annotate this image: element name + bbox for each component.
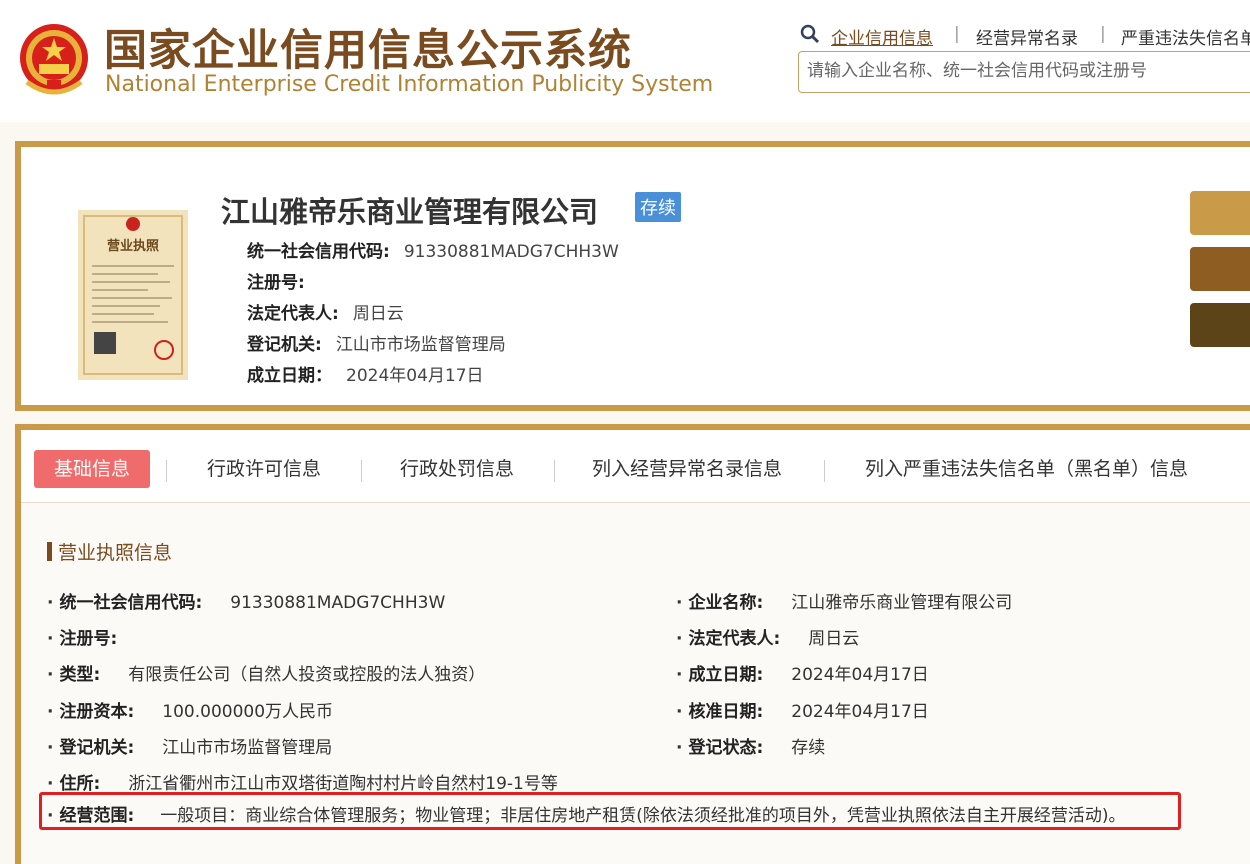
field-authority: · 登记机关: 江山市市场监督管理局 [47,733,332,758]
tab-bar: 基础信息 行政许可信息 行政处罚信息 列入经营异常名录信息 列入严重违法失信名单… [21,430,1250,503]
field-label: 类型: [59,665,101,685]
bullet: · [47,665,54,685]
info-value: 周日云 [352,304,404,324]
field-value: 2024年04月17日 [791,665,929,685]
field-credit-code: · 统一社会信用代码: 91330881MADG7CHH3W [47,588,445,613]
tab-separator [554,460,555,482]
nav-link-blacklist[interactable]: 严重违法失信名单 [1121,24,1250,49]
info-label: 统一社会信用代码: [247,242,390,262]
bullet: · [47,806,54,826]
field-label: 注册号: [59,629,118,649]
field-label: 企业名称: [688,593,764,613]
field-value: 100.000000万人民币 [162,702,334,722]
nav-separator: | [1100,24,1106,44]
bullet: · [676,665,683,685]
tab-separator [361,460,362,482]
field-type: · 类型: 有限责任公司（自然人投资或控股的法人独资） [47,660,485,685]
info-label: 登记机关: [247,335,322,355]
side-button-3[interactable]: 信 [1190,303,1250,347]
field-legal-rep: · 法定代表人: 周日云 [676,624,859,649]
bullet: · [676,593,683,613]
side-button-2[interactable]: 信 [1190,247,1250,291]
site-title-cn: 国家企业信用信息公示系统 [104,26,632,76]
bullet: · [47,593,54,613]
tab-separator [824,460,825,482]
field-label: 经营范围: [59,806,135,826]
info-reg-number: 注册号: [247,268,319,293]
bullet: · [47,774,54,794]
info-value: 2024年04月17日 [346,366,484,386]
field-value: 2024年04月17日 [791,702,929,722]
field-label: 登记状态: [688,738,764,758]
field-reg-number: · 注册号: [47,624,117,649]
info-value: 91330881MADG7CHH3W [403,242,619,262]
field-label: 成立日期: [688,665,764,685]
search-icon [800,24,820,44]
bullet: · [676,629,683,649]
info-credit-code: 统一社会信用代码: 91330881MADG7CHH3W [247,237,619,262]
tab-separator [166,460,167,482]
field-status: · 登记状态: 存续 [676,733,825,758]
nav-link-credit-info[interactable]: 企业信用信息 [831,24,933,49]
info-authority: 登记机关: 江山市市场监督管理局 [247,330,506,355]
field-label: 住所: [59,774,101,794]
field-value: 一般项目：商业综合体管理服务；物业管理；非居住房地产租赁(除依法须经批准的项目外… [160,806,1126,826]
company-card-body: 营业执照 江山雅帝乐商业管理有限公司 存续 统一社会信用代码: 91330881M… [21,147,1250,405]
field-label: 核准日期: [688,702,764,722]
field-label: 法定代表人: [688,629,781,649]
tab-abnormal-list[interactable]: 列入经营异常名录信息 [592,450,782,488]
field-address: · 住所: 浙江省衢州市江山市双塔街道陶村村片岭自然村19-1号等 [47,769,558,794]
nav-separator: | [954,24,960,44]
field-label: 统一社会信用代码: [59,593,203,613]
site-title-en: National Enterprise Credit Information P… [105,72,714,97]
section-title-bar [47,542,52,561]
bullet: · [676,702,683,722]
company-card: 营业执照 江山雅帝乐商业管理有限公司 存续 统一社会信用代码: 91330881M… [15,141,1250,411]
license-info-section: 营业执照信息 · 统一社会信用代码: 91330881MADG7CHH3W · 注册号… [21,503,1250,864]
field-value: 91330881MADG7CHH3W [230,593,446,613]
field-value: 存续 [791,738,826,758]
field-value: 江山雅帝乐商业管理有限公司 [791,593,1013,613]
bullet: · [676,738,683,758]
field-value: 周日云 [808,629,860,649]
info-label: 注册号: [247,273,305,293]
search-input[interactable] [799,52,1250,90]
info-founded: 成立日期： 2024年04月17日 [247,361,484,386]
info-label: 成立日期： [247,366,332,386]
info-value: 江山市市场监督管理局 [335,335,506,355]
tab-basic-info[interactable]: 基础信息 [34,450,151,488]
side-button-1[interactable]: 发 [1190,191,1250,235]
search-box [798,51,1250,93]
field-capital: · 注册资本: 100.000000万人民币 [47,697,333,722]
tab-blacklist[interactable]: 列入严重违法失信名单（黑名单）信息 [865,450,1188,488]
tab-admin-license[interactable]: 行政许可信息 [207,450,321,488]
field-value: 浙江省衢州市江山市双塔街道陶村村片岭自然村19-1号等 [128,774,558,794]
national-emblem-icon [20,24,88,95]
field-founded: · 成立日期: 2024年04月17日 [676,660,929,685]
section-title: 营业执照信息 [47,538,172,565]
field-value: 有限责任公司（自然人投资或控股的法人独资） [128,665,486,685]
bullet: · [47,629,54,649]
status-badge: 存续 [635,192,681,222]
business-license-thumbnail[interactable]: 营业执照 [78,210,188,380]
bullet: · [47,738,54,758]
bullet: · [47,702,54,722]
field-label: 登记机关: [59,738,135,758]
details-panel-body: 基础信息 行政许可信息 行政处罚信息 列入经营异常名录信息 列入严重违法失信名单… [21,430,1250,864]
field-value: 江山市市场监督管理局 [162,738,333,758]
company-name: 江山雅帝乐商业管理有限公司 [221,195,599,229]
field-business-scope: · 经营范围: 一般项目：商业综合体管理服务；物业管理；非居住房地产租赁(除依法须经… [47,801,1126,826]
nav-link-abnormal-list[interactable]: 经营异常名录 [976,24,1078,49]
info-legal-rep: 法定代表人: 周日云 [247,299,404,324]
details-panel: 基础信息 行政许可信息 行政处罚信息 列入经营异常名录信息 列入严重违法失信名单… [15,424,1250,864]
field-label: 注册资本: [59,702,135,722]
site-header: 国家企业信用信息公示系统 National Enterprise Credit … [0,0,1250,122]
field-company-name: · 企业名称: 江山雅帝乐商业管理有限公司 [676,588,1012,613]
info-label: 法定代表人: [247,304,339,324]
tab-admin-penalty[interactable]: 行政处罚信息 [400,450,514,488]
section-title-text: 营业执照信息 [58,542,173,564]
license-caption: 营业执照 [107,238,159,254]
field-approved: · 核准日期: 2024年04月17日 [676,697,929,722]
